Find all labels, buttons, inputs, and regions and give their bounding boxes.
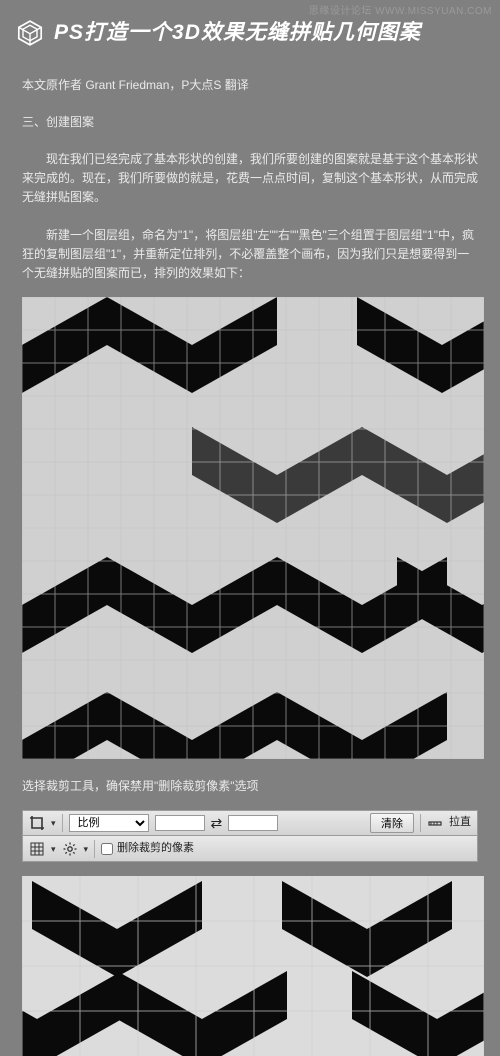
figure-pattern-1	[22, 297, 484, 759]
caption-crop: 选择裁剪工具，确保禁用"删除裁剪像素"选项	[22, 777, 478, 796]
width-input[interactable]	[155, 815, 205, 831]
toolbar-row-1: ▾ 比例 ⇄ 清除 拉直	[22, 810, 478, 836]
paragraph-1: 现在我们已经完成了基本形状的创建，我们所要创建的图案就是基于这个基本形状来完成的…	[22, 150, 478, 208]
separator	[62, 814, 63, 832]
straighten-icon[interactable]	[427, 815, 443, 831]
overlay-grid-icon[interactable]	[29, 841, 45, 857]
paragraph-2: 新建一个图层组，命名为"1"，将图层组"左""右""黑色"三个组置于图层组"1"…	[22, 226, 478, 284]
ratio-select[interactable]: 比例	[69, 814, 149, 832]
author-line: 本文原作者 Grant Friedman，P大点S 翻译	[22, 76, 478, 95]
crop-toolbar: ▾ 比例 ⇄ 清除 拉直 ▾ ▾	[22, 810, 478, 862]
height-input[interactable]	[228, 815, 278, 831]
figure-pattern-2	[22, 876, 484, 1056]
delete-pixels-label: 删除裁剪的像素	[117, 840, 194, 858]
chevron-down-icon[interactable]: ▾	[51, 842, 56, 856]
watermark: 思缘设计论坛 WWW.MISSYUAN.COM	[309, 4, 492, 20]
delete-pixels-checkbox[interactable]: 删除裁剪的像素	[101, 840, 194, 858]
gear-icon[interactable]	[62, 841, 78, 857]
straighten-label: 拉直	[449, 814, 471, 832]
separator	[420, 814, 421, 832]
separator	[94, 840, 95, 858]
chevron-down-icon[interactable]: ▾	[51, 816, 56, 830]
page-title: PS打造一个3D效果无缝拼贴几何图案	[54, 16, 421, 50]
crop-tool-icon[interactable]	[29, 815, 45, 831]
section-heading: 三、创建图案	[22, 113, 478, 132]
logo-icon	[16, 19, 44, 47]
swap-icon[interactable]: ⇄	[211, 812, 223, 834]
chevron-down-icon[interactable]: ▾	[84, 842, 89, 856]
clear-button[interactable]: 清除	[370, 813, 414, 833]
toolbar-row-2: ▾ ▾ 删除裁剪的像素	[22, 836, 478, 862]
